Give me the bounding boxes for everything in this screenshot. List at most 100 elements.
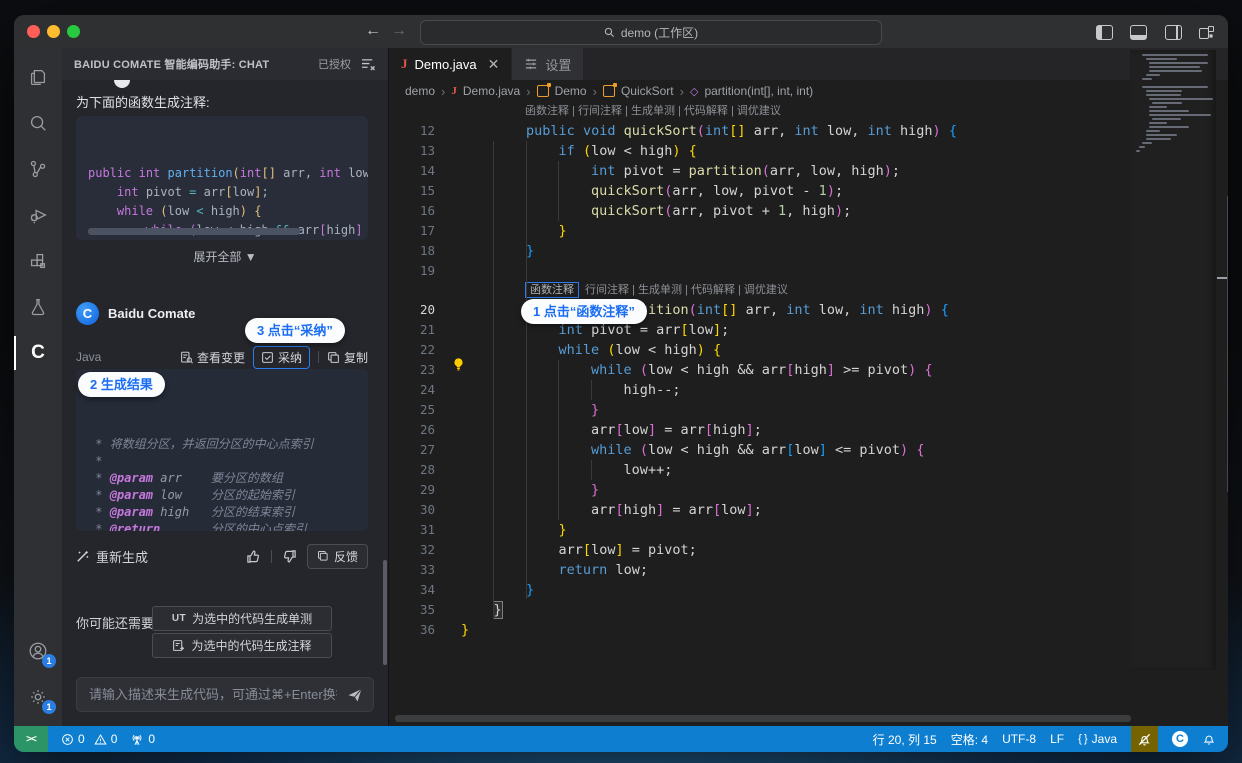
notifications-muted-indicator[interactable] xyxy=(1131,726,1158,752)
toggle-secondary-sidebar-icon[interactable] xyxy=(1165,25,1182,40)
scrollbar-thumb[interactable] xyxy=(1227,196,1228,492)
thumbs-down-icon[interactable] xyxy=(282,549,297,564)
code-line[interactable]: 15 quickSort(arr, low, pivot - 1); xyxy=(389,181,1216,201)
horizontal-scrollbar[interactable] xyxy=(395,715,1131,722)
accept-button[interactable]: 采纳 xyxy=(253,346,310,369)
line-number: 16 xyxy=(389,201,435,221)
nav-forward-icon[interactable]: → xyxy=(388,19,410,43)
breadcrumb-class-demo[interactable]: Demo xyxy=(555,84,587,98)
source-control-icon[interactable] xyxy=(14,146,62,192)
code-line[interactable]: 27 while (low < high && arr[low] <= pivo… xyxy=(389,440,1216,460)
encoding-status[interactable]: UTF-8 xyxy=(1002,732,1036,746)
code-line[interactable]: 33 return low; xyxy=(389,560,1216,580)
ports-status[interactable]: 0 xyxy=(130,732,155,746)
comate-status-icon[interactable]: C xyxy=(1172,731,1188,747)
zoom-window-button[interactable] xyxy=(67,25,80,38)
breadcrumb-file[interactable]: Demo.java xyxy=(463,84,520,98)
generate-comment-button[interactable]: 为选中的代码生成注释 xyxy=(152,633,332,658)
code-line[interactable]: 31 } xyxy=(389,520,1216,540)
code-line[interactable]: 18 } xyxy=(389,241,1216,261)
view-changes-button[interactable]: 查看变更 xyxy=(180,349,245,366)
eol-status[interactable]: LF xyxy=(1050,732,1064,746)
codelens-row[interactable]: 函数注释行间注释 | 生成单测 | 代码解释 | 调优建议 xyxy=(389,281,1216,300)
snippet-scrollbar[interactable] xyxy=(88,228,300,235)
toggle-sidebar-icon[interactable] xyxy=(1096,25,1113,40)
code-line[interactable]: 25 } xyxy=(389,400,1216,420)
clear-chat-icon[interactable] xyxy=(361,58,376,71)
code-line[interactable]: 23 while (low < high && arr[high] >= piv… xyxy=(389,360,1216,380)
feedback-button[interactable]: 反馈 xyxy=(307,544,368,569)
chat-code-snippet: public int partition(int[] arr, int low,… xyxy=(76,116,368,240)
accounts-icon[interactable]: 1 xyxy=(14,628,62,674)
cursor-position[interactable]: 行 20, 列 15 xyxy=(873,731,937,748)
code-line[interactable]: 29 } xyxy=(389,480,1216,500)
code-line[interactable]: 22 while (low < high) { xyxy=(389,340,1216,360)
send-icon[interactable] xyxy=(347,687,363,703)
command-center-search[interactable]: demo (工作区) xyxy=(420,20,882,45)
codelens-link-active[interactable]: 函数注释 xyxy=(525,282,579,298)
status-bar: >< 0 0 0 行 20, 列 15 空格: 4 UTF-8 LF { } J… xyxy=(14,726,1228,752)
testing-beaker-icon[interactable] xyxy=(14,284,62,330)
callout-step3: 3 点击“采纳” xyxy=(245,318,345,343)
line-number: 29 xyxy=(389,480,435,500)
chat-input-box[interactable] xyxy=(76,677,374,712)
extensions-icon[interactable] xyxy=(14,238,62,284)
title-bar: ← → demo (工作区) xyxy=(14,15,1228,49)
explorer-icon[interactable] xyxy=(14,54,62,100)
breadcrumb-folder[interactable]: demo xyxy=(405,84,435,98)
code-line[interactable]: 17 } xyxy=(389,221,1216,241)
code-line[interactable]: 20 public int partition(int[] arr, int l… xyxy=(389,300,1216,320)
code-line[interactable]: 24 high--; xyxy=(389,380,1216,400)
comate-chat-panel: BAIDU COMATE 智能编码助手: CHAT 已授权 为下面的函数生成注释… xyxy=(62,48,389,726)
nav-back-icon[interactable]: ← xyxy=(362,19,384,43)
run-debug-icon[interactable] xyxy=(14,192,62,238)
expand-all-button[interactable]: 展开全部 ▼ xyxy=(62,248,388,265)
indentation-status[interactable]: 空格: 4 xyxy=(951,731,988,748)
generate-comment-icon xyxy=(172,639,185,652)
lightbulb-icon[interactable] xyxy=(451,357,466,372)
generate-unit-test-button[interactable]: UT 为选中的代码生成单测 xyxy=(152,606,332,631)
breadcrumb[interactable]: demo › J Demo.java › Demo › QuickSort › … xyxy=(389,80,1228,102)
code-line[interactable]: 13 if (low < high) { xyxy=(389,141,1216,161)
toggle-panel-icon[interactable] xyxy=(1130,25,1147,40)
tab-settings[interactable]: 设置 xyxy=(511,48,583,80)
minimap[interactable] xyxy=(1130,50,1216,670)
code-line[interactable]: 35 } xyxy=(389,600,1216,620)
close-window-button[interactable] xyxy=(27,25,40,38)
search-icon[interactable] xyxy=(14,100,62,146)
notifications-bell-icon[interactable] xyxy=(1202,732,1216,746)
code-line[interactable]: 21 int pivot = arr[low]; xyxy=(389,320,1216,340)
overview-cursor-marker xyxy=(1217,277,1227,279)
copy-button[interactable]: 复制 xyxy=(327,349,368,366)
settings-gear-icon[interactable]: 1 xyxy=(14,674,62,720)
sidebar-scrollbar[interactable] xyxy=(383,560,387,665)
problems-status[interactable]: 0 0 xyxy=(61,732,117,746)
class-symbol-icon xyxy=(537,85,549,97)
tab-demo-java[interactable]: J Demo.java ✕ xyxy=(389,48,511,80)
minimize-window-button[interactable] xyxy=(47,25,60,38)
code-line[interactable]: 34 } xyxy=(389,580,1216,600)
thumbs-up-icon[interactable] xyxy=(246,549,261,564)
vertical-scrollbar[interactable] xyxy=(1216,48,1228,668)
chat-input[interactable] xyxy=(87,686,339,703)
code-editor[interactable]: 函数注释 | 行间注释 | 生成单测 | 代码解释 | 调优建议 12 publ… xyxy=(389,102,1216,726)
code-line[interactable]: 14 int pivot = partition(arr, low, high)… xyxy=(389,161,1216,181)
code-line[interactable]: 28 low++; xyxy=(389,460,1216,480)
customize-layout-icon[interactable] xyxy=(1199,26,1214,39)
remote-indicator[interactable]: >< xyxy=(14,726,48,752)
codelens-row[interactable]: 函数注释 | 行间注释 | 生成单测 | 代码解释 | 调优建议 xyxy=(389,102,1216,121)
code-line[interactable]: 16 quickSort(arr, pivot + 1, high); xyxy=(389,201,1216,221)
breadcrumb-method[interactable]: partition(int[], int, int) xyxy=(704,84,813,98)
code-line[interactable]: 30 arr[high] = arr[low]; xyxy=(389,500,1216,520)
regenerate-button[interactable]: 重新生成 xyxy=(76,547,236,566)
code-line[interactable]: 12 public void quickSort(int[] arr, int … xyxy=(389,121,1216,141)
comate-icon[interactable]: C xyxy=(14,330,62,376)
line-number: 21 xyxy=(389,320,435,340)
code-line[interactable]: 19 xyxy=(389,261,1216,281)
language-mode[interactable]: { } Java xyxy=(1078,732,1117,746)
code-line[interactable]: 36} xyxy=(389,620,1216,640)
code-line[interactable]: 32 arr[low] = pivot; xyxy=(389,540,1216,560)
breadcrumb-class-quicksort[interactable]: QuickSort xyxy=(621,84,674,98)
code-line[interactable]: 26 arr[low] = arr[high]; xyxy=(389,420,1216,440)
close-tab-icon[interactable]: ✕ xyxy=(488,56,500,73)
